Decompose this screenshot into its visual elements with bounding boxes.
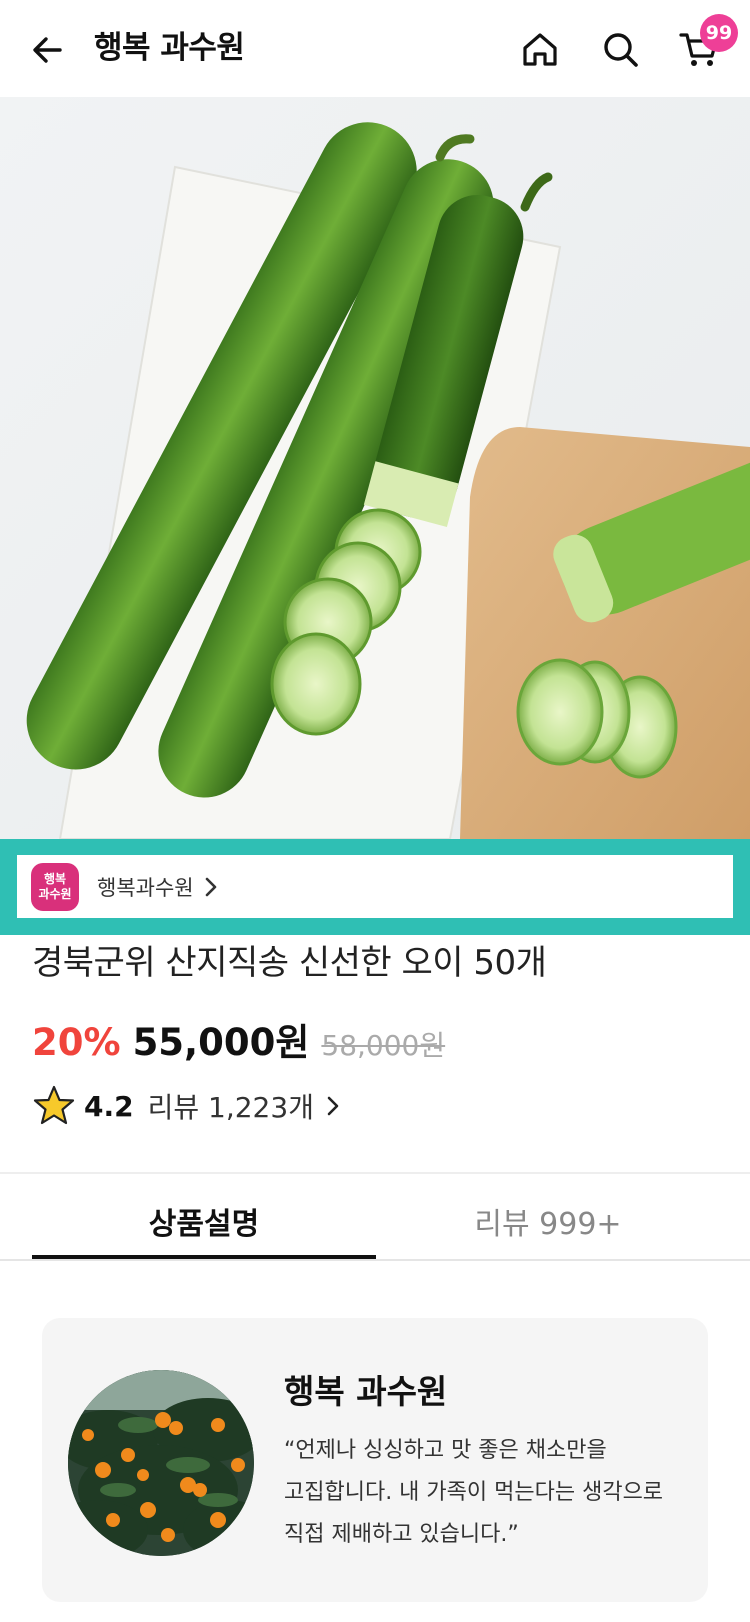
review-count: 리뷰 1,223개 xyxy=(147,1091,314,1124)
back-button[interactable] xyxy=(28,30,68,70)
rating-row[interactable]: 4.2 리뷰 1,223개 xyxy=(32,1084,340,1128)
seller-logo: 행복 과수원 xyxy=(31,862,79,911)
tab-divider xyxy=(0,1259,750,1261)
product-image[interactable] xyxy=(0,97,750,839)
original-price: 58,000원 xyxy=(321,1029,446,1062)
farm-name: 행복 과수원 xyxy=(284,1372,448,1411)
seller-highlight: 행복 과수원 행복과수원 xyxy=(0,839,750,935)
price-row: 20% 55,000원 58,000원 xyxy=(32,1012,445,1064)
tab-description[interactable]: 상품설명 xyxy=(32,1190,376,1252)
farm-quote-line: 고집합니다. 내 가족이 먹는다는 생각으로 xyxy=(284,1480,664,1505)
home-icon xyxy=(523,33,557,66)
rating-value: 4.2 xyxy=(84,1089,134,1123)
search-icon xyxy=(604,33,638,67)
section-divider xyxy=(0,1172,750,1174)
discount-rate: 20% xyxy=(32,1021,121,1064)
top-app-bar: 행복 과수원 99 xyxy=(0,0,750,97)
seller-name: 행복과수원 xyxy=(97,875,194,900)
star-icon xyxy=(33,1085,75,1125)
farm-intro-card: 행복 과수원 “언제나 싱싱하고 맛 좋은 채소만을 고집합니다. 내 가족이 … xyxy=(42,1318,708,1602)
seller-link[interactable]: 행복 과수원 행복과수원 xyxy=(17,855,733,918)
back-arrow-icon xyxy=(33,37,62,63)
page-title: 행복 과수원 xyxy=(94,30,245,66)
farm-quote-line: 직접 제배하고 있습니다.” xyxy=(284,1522,519,1547)
farm-quote-line: “언제나 싱싱하고 맛 좋은 채소만을 xyxy=(284,1438,607,1463)
product-title: 경북군위 산지직송 신선한 오이 50개 xyxy=(32,943,547,983)
seller-logo-line1: 행복 xyxy=(43,871,67,886)
farm-quote: “언제나 싱싱하고 맛 좋은 채소만을 고집합니다. 내 가족이 먹는다는 생각… xyxy=(284,1430,684,1556)
sale-price: 55,000원 xyxy=(132,1021,310,1064)
home-button[interactable] xyxy=(518,28,562,72)
tab-reviews[interactable]: 리뷰 999+ xyxy=(376,1190,720,1252)
chevron-right-icon xyxy=(326,1095,340,1117)
search-button[interactable] xyxy=(599,28,643,72)
chevron-right-icon xyxy=(204,876,218,898)
cart-count-badge: 99 xyxy=(700,14,738,52)
farm-photo xyxy=(68,1370,254,1556)
seller-logo-line2: 과수원 xyxy=(38,886,72,901)
